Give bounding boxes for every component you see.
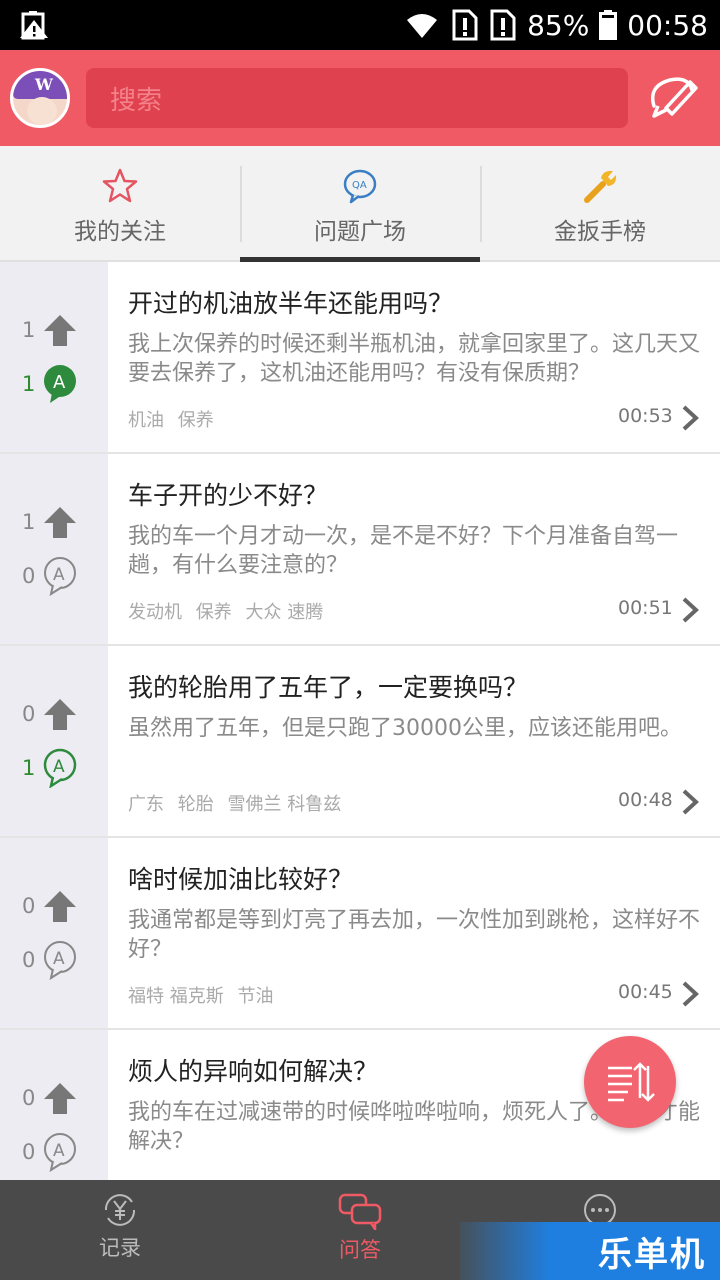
question-time: 00:48 [618,789,673,811]
chevron-right-icon[interactable] [680,404,700,432]
svg-text:A: A [53,949,65,969]
tag[interactable]: 机油 [128,410,164,431]
question-title: 我的轮胎用了五年了，一定要换吗？ [128,673,529,702]
answer-count: 0 [22,564,36,588]
vote-count: 0 [22,702,36,726]
tag-list: 发动机 保养 大众 速腾 [128,598,331,624]
tag[interactable]: 轮胎 [178,794,214,815]
tag[interactable]: 保养 [178,410,214,431]
unanswered-bubble-icon: A [44,941,76,980]
tab-label: 问题广场 [314,219,406,245]
question-title: 烦人的异响如何解决？ [128,1057,379,1086]
watermark: 乐单机 [460,1222,720,1280]
tag[interactable]: 雪佛兰 科鲁兹 [227,794,341,815]
tab-my-follow[interactable]: 我的关注 [0,146,240,260]
answered-bubble-outline-icon: A [43,748,77,788]
upvote-arrow-icon[interactable] [40,888,80,924]
question-item[interactable]: 1 0 A 车子开的少不好？ 我的车一个月才动一次，是不是不好？下个月准备自驾一… [0,454,720,646]
tag[interactable]: 福特 福克斯 [128,986,224,1007]
svg-text:A: A [53,565,65,585]
tag[interactable]: 大众 速腾 [245,602,323,623]
status-bar: 85% 00:58 [0,0,720,50]
vote-count: 1 [22,318,36,342]
question-time: 00:53 [618,405,673,427]
upvote-arrow-icon[interactable] [40,696,80,732]
vote-count: 1 [22,510,36,534]
question-desc: 虽然用了五年，但是只跑了30000公里，应该还能用吧。 [128,716,682,741]
vote-panel: 1 0 A [0,454,108,644]
battery-percent: 85% [527,8,590,42]
nav-records[interactable]: 记录 [0,1180,240,1280]
question-desc: 我上次保养的时候还剩半瓶机油，就拿回家里了。这几天又要去保养了，这机油还能用吗？… [128,332,701,386]
qa-bubble-icon: QA [343,169,377,204]
question-time: 00:51 [618,597,673,619]
avatar[interactable]: W [10,68,70,128]
clock: 00:58 [627,8,708,42]
battery-icon [599,10,618,40]
tag[interactable]: 保养 [196,602,232,623]
svg-text:A: A [53,372,66,393]
vote-panel: 0 1 A [0,646,108,836]
tab-bar: 我的关注 QA 问题广场 金扳手榜 [0,146,720,262]
tab-label: 我的关注 [74,219,166,245]
vote-panel: 0 0 A [0,1030,108,1180]
watermark-text: 乐单机 [598,1234,706,1275]
question-desc: 我的车一个月才动一次，是不是不好？下个月准备自驾一趟，有什么要注意的？ [128,524,679,578]
upvote-arrow-icon[interactable] [40,1080,80,1116]
tag-list: 广东 轮胎 雪佛兰 科鲁兹 [128,790,349,816]
question-title: 车子开的少不好？ [128,481,329,510]
nav-label: 记录 [99,1236,141,1260]
sort-icon [608,1062,655,1102]
sim-alert-icon-2 [490,9,516,41]
upvote-arrow-icon[interactable] [40,312,80,348]
nav-qa[interactable]: 问答 [240,1180,480,1280]
question-time: 00:45 [618,981,673,1003]
tag-list: 机油 保养 [128,406,222,432]
unanswered-bubble-icon: A [44,557,76,596]
tab-golden-wrench[interactable]: 金扳手榜 [480,146,720,260]
chat-bubbles-icon [338,1193,382,1230]
question-item[interactable]: 0 0 A 啥时候加油比较好？ 我通常都是等到灯亮了再去加，一次性加到跳枪，这样… [0,838,720,1030]
answered-bubble-icon: A [44,365,76,403]
vote-count: 0 [22,1086,36,1110]
yen-cycle-icon [104,1194,136,1226]
vote-panel: 0 0 A [0,838,108,1028]
vote-panel: 1 1 A [0,262,108,452]
answer-count: 1 [22,756,36,780]
question-title: 啥时候加油比较好？ [128,865,354,894]
star-icon [102,168,138,203]
tag[interactable]: 节油 [237,986,273,1007]
wrench-icon [584,170,617,203]
svg-text:QA: QA [352,180,367,191]
svg-text:A: A [53,757,65,777]
svg-text:A: A [53,1141,65,1161]
answer-count: 1 [22,372,36,396]
battery-warning-icon [20,11,48,40]
answer-count: 0 [22,1140,36,1164]
tab-label: 金扳手榜 [554,219,646,245]
question-desc: 我通常都是等到灯亮了再去加，一次性加到跳枪，这样好不好？ [128,908,701,962]
sim-alert-icon [452,9,478,41]
search-input[interactable]: 搜索 [86,68,628,128]
tag-list: 福特 福克斯 节油 [128,982,281,1008]
answer-count: 0 [22,948,36,972]
search-placeholder: 搜索 [110,85,163,116]
nav-label: 问答 [339,1238,381,1262]
upvote-arrow-icon[interactable] [40,504,80,540]
compose-icon[interactable] [644,72,700,124]
question-item[interactable]: 0 1 A 我的轮胎用了五年了，一定要换吗？ 虽然用了五年，但是只跑了30000… [0,646,720,838]
chevron-right-icon[interactable] [680,980,700,1008]
sort-fab-button[interactable] [584,1036,676,1128]
unanswered-bubble-icon: A [44,1133,76,1172]
app-header: W 搜索 [0,50,720,146]
tag[interactable]: 发动机 [128,602,182,623]
tab-question-square[interactable]: QA 问题广场 [240,146,480,262]
chevron-right-icon[interactable] [680,788,700,816]
question-title: 开过的机油放半年还能用吗？ [128,289,454,318]
vote-count: 0 [22,894,36,918]
wifi-icon [407,14,438,38]
chevron-right-icon[interactable] [680,596,700,624]
question-item[interactable]: 1 1 A 开过的机油放半年还能用吗？ 我上次保养的时候还剩半瓶机油，就拿回家里… [0,262,720,454]
tag[interactable]: 广东 [128,794,164,815]
